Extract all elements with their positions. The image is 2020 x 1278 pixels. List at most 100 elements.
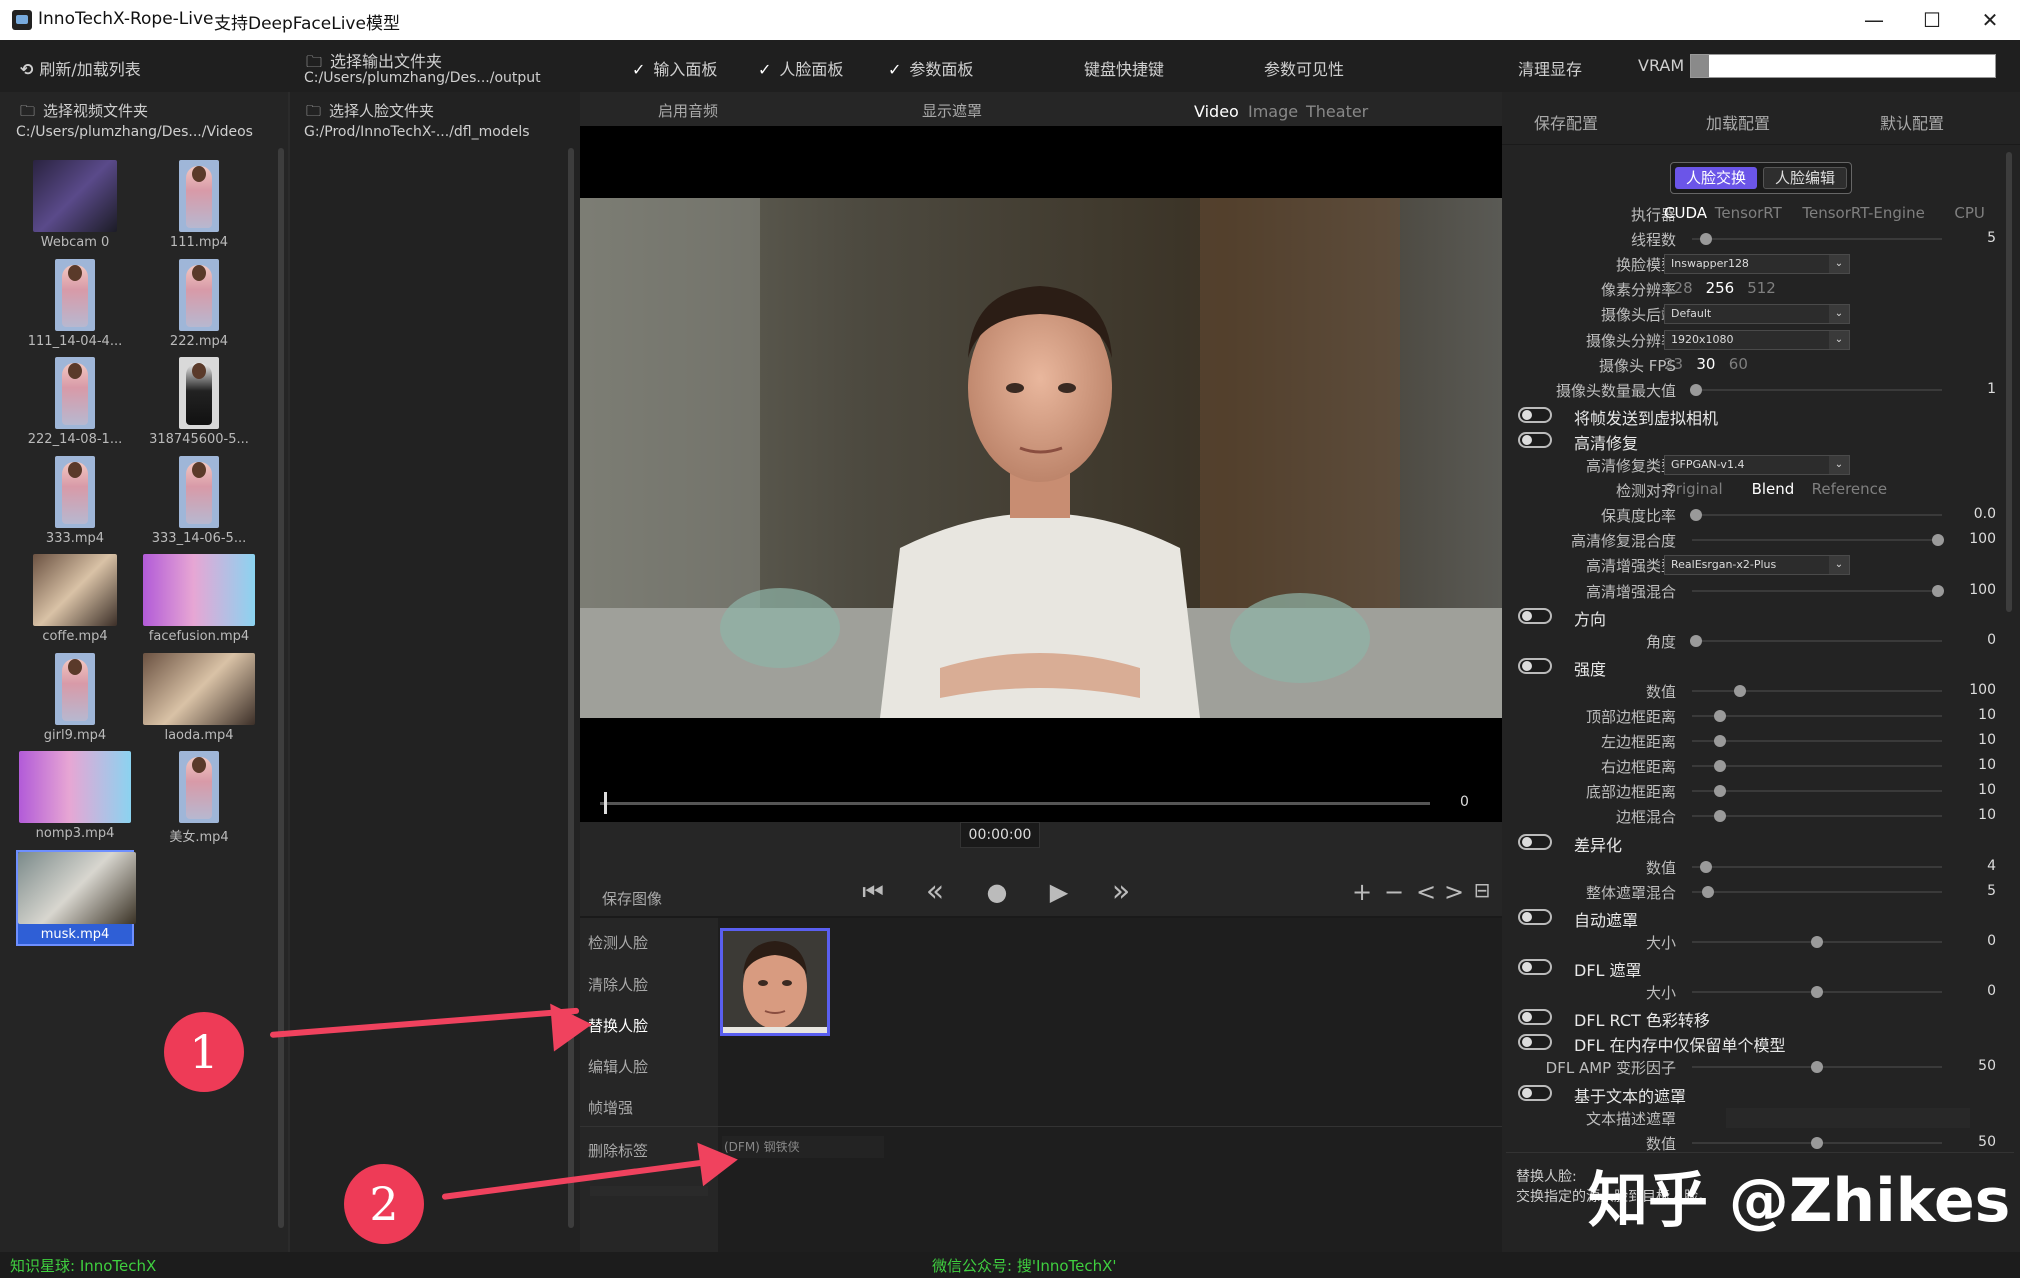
- timeline-playhead[interactable]: [604, 792, 607, 814]
- detect-face-button[interactable]: 检测人脸: [588, 932, 648, 953]
- strength-value-slider-handle[interactable]: [1733, 684, 1746, 697]
- video-thumbnail[interactable]: 318745600-5...: [140, 357, 258, 447]
- camera-backend-select[interactable]: Default ⌄: [1664, 304, 1850, 325]
- first-frame-icon[interactable]: ⏮: [858, 878, 888, 906]
- save-config-button[interactable]: 保存配置: [1534, 110, 1598, 134]
- clear-face-button[interactable]: 清除人脸: [588, 974, 648, 995]
- text-value-slider-handle[interactable]: [1811, 1136, 1823, 1149]
- param-visibility-button[interactable]: 参数可见性: [1264, 56, 1344, 80]
- camera-fps-option[interactable]: 23: [1664, 355, 1683, 373]
- param-panel-toggle[interactable]: ✓ 参数面板: [888, 56, 973, 80]
- left-border-slider-handle[interactable]: [1714, 735, 1727, 748]
- video-thumbnail[interactable]: 222_14-08-1...: [16, 357, 134, 447]
- detect-align-option[interactable]: Blend: [1752, 480, 1795, 498]
- record-icon[interactable]: ●: [982, 878, 1012, 906]
- delete-tag-button[interactable]: 删除标签: [588, 1140, 648, 1161]
- video-thumbnail[interactable]: laoda.mp4: [140, 652, 258, 743]
- diff-value-slider-track[interactable]: [1692, 865, 1942, 868]
- executor-option[interactable]: TensorRT: [1715, 204, 1782, 222]
- left-scrollbar[interactable]: [278, 148, 284, 1228]
- video-thumbnail[interactable]: coffe.mp4: [16, 554, 134, 644]
- detected-face-thumbnail[interactable]: [720, 928, 830, 1036]
- dfl-mask-toggle[interactable]: [1518, 959, 1552, 975]
- dfl-amp-slider-handle[interactable]: [1811, 1061, 1823, 1074]
- text-mask-toggle[interactable]: [1518, 1084, 1552, 1101]
- load-config-button[interactable]: 加载配置: [1706, 110, 1770, 134]
- strength-toggle[interactable]: [1518, 657, 1552, 674]
- video-thumbnail[interactable]: girl9.mp4: [16, 652, 134, 743]
- restore-blend-slider-handle[interactable]: [1932, 534, 1944, 547]
- rewind-icon[interactable]: «: [920, 874, 950, 909]
- fidelity-slider-handle[interactable]: [1690, 509, 1702, 522]
- right-border-slider-track[interactable]: [1692, 765, 1942, 768]
- enhance-type-select[interactable]: RealEsrgan-x2-Plus ⌄: [1664, 555, 1850, 576]
- angle-slider-track[interactable]: [1692, 639, 1942, 642]
- face-folder-button[interactable]: 🗀 选择人脸文件夹: [306, 100, 434, 126]
- play-icon[interactable]: ▶: [1044, 878, 1074, 906]
- swap-face-button[interactable]: 替换人脸: [588, 1015, 648, 1036]
- text-mask-input[interactable]: [1726, 1107, 1970, 1128]
- tab-theater[interactable]: Theater: [1306, 102, 1368, 121]
- camera-max-slider-track[interactable]: [1692, 388, 1942, 391]
- next-marker-icon[interactable]: >: [1442, 878, 1466, 906]
- virtual-cam-toggle[interactable]: [1518, 406, 1552, 423]
- border-blend-slider-handle[interactable]: [1714, 810, 1727, 823]
- detect-align-option[interactable]: Reference: [1812, 480, 1888, 498]
- auto-mask-size-slider-handle[interactable]: [1811, 935, 1823, 948]
- video-thumbnail[interactable]: 美女.mp4: [140, 751, 258, 845]
- camera-max-slider-handle[interactable]: [1690, 383, 1702, 396]
- remove-marker-icon[interactable]: −: [1382, 878, 1406, 906]
- overall-mask-blend-slider-track[interactable]: [1692, 890, 1942, 893]
- prev-marker-icon[interactable]: <: [1414, 878, 1438, 906]
- mid-scrollbar[interactable]: [568, 148, 574, 1228]
- restore-type-select[interactable]: GFPGAN-v1.4 ⌄: [1664, 455, 1850, 475]
- right-scrollbar[interactable]: [2006, 152, 2012, 612]
- diff-value-slider-handle[interactable]: [1699, 860, 1712, 873]
- camera-fps-option[interactable]: 30: [1696, 355, 1715, 373]
- video-thumbnail[interactable]: 111_14-04-4...: [16, 258, 134, 349]
- fidelity-slider-track[interactable]: [1692, 514, 1942, 517]
- enable-audio-button[interactable]: 启用音频: [658, 100, 718, 121]
- pixel-res-option[interactable]: 512: [1747, 279, 1776, 297]
- maximize-button[interactable]: ☐: [1912, 5, 1952, 35]
- video-thumbnail[interactable]: 333_14-06-5...: [140, 455, 258, 546]
- overall-mask-blend-slider-handle[interactable]: [1702, 885, 1715, 898]
- video-thumbnail[interactable]: 222.mp4: [140, 258, 258, 349]
- edit-face-button[interactable]: 编辑人脸: [588, 1056, 648, 1077]
- right-border-slider-handle[interactable]: [1714, 760, 1727, 773]
- threads-slider-handle[interactable]: [1699, 233, 1712, 246]
- model-tag[interactable]: (DFM) 钢铁侠: [722, 1136, 884, 1158]
- bottom-border-slider-track[interactable]: [1692, 790, 1942, 793]
- refresh-button[interactable]: ⟲ 刷新/加载列表: [20, 56, 141, 80]
- executor-option[interactable]: CUDA: [1664, 204, 1707, 222]
- dfl-rct-toggle[interactable]: [1518, 1009, 1552, 1026]
- video-thumbnail[interactable]: facefusion.mp4: [140, 554, 258, 644]
- tab-face-edit[interactable]: 人脸编辑: [1763, 167, 1847, 189]
- face-panel-toggle[interactable]: ✓ 人脸面板: [758, 56, 843, 80]
- executor-option[interactable]: TensorRT-Engine: [1802, 204, 1924, 222]
- input-panel-toggle[interactable]: ✓ 输入面板: [632, 56, 717, 80]
- video-thumbnail[interactable]: musk.mp4: [16, 849, 136, 946]
- diff-toggle[interactable]: [1518, 833, 1552, 850]
- angle-slider-handle[interactable]: [1690, 634, 1702, 647]
- camera-fps-option[interactable]: 60: [1729, 355, 1748, 373]
- auto-mask-toggle[interactable]: [1518, 908, 1552, 925]
- tab-video[interactable]: Video: [1194, 102, 1239, 121]
- tab-face-swap[interactable]: 人脸交换: [1675, 167, 1757, 189]
- swap-model-select[interactable]: Inswapper128 ⌄: [1664, 254, 1850, 275]
- border-blend-slider-track[interactable]: [1692, 815, 1942, 818]
- close-button[interactable]: ✕: [1970, 5, 2010, 35]
- strength-value-slider-track[interactable]: [1692, 689, 1942, 692]
- video-folder-button[interactable]: 🗀 选择视频文件夹: [20, 100, 148, 126]
- dfl-single-toggle[interactable]: [1518, 1034, 1552, 1051]
- clear-vram-button[interactable]: 清理显存: [1518, 56, 1582, 80]
- threads-slider-track[interactable]: [1692, 238, 1942, 241]
- bottom-border-slider-handle[interactable]: [1714, 785, 1727, 798]
- video-thumbnail[interactable]: 111.mp4: [140, 160, 258, 250]
- top-border-slider-track[interactable]: [1692, 715, 1942, 717]
- tab-image[interactable]: Image: [1248, 102, 1298, 121]
- pixel-res-option[interactable]: 256: [1706, 279, 1735, 297]
- add-marker-icon[interactable]: +: [1350, 878, 1374, 906]
- enhance-blend-slider-handle[interactable]: [1932, 584, 1944, 597]
- save-markers-icon[interactable]: ⊟: [1470, 878, 1494, 902]
